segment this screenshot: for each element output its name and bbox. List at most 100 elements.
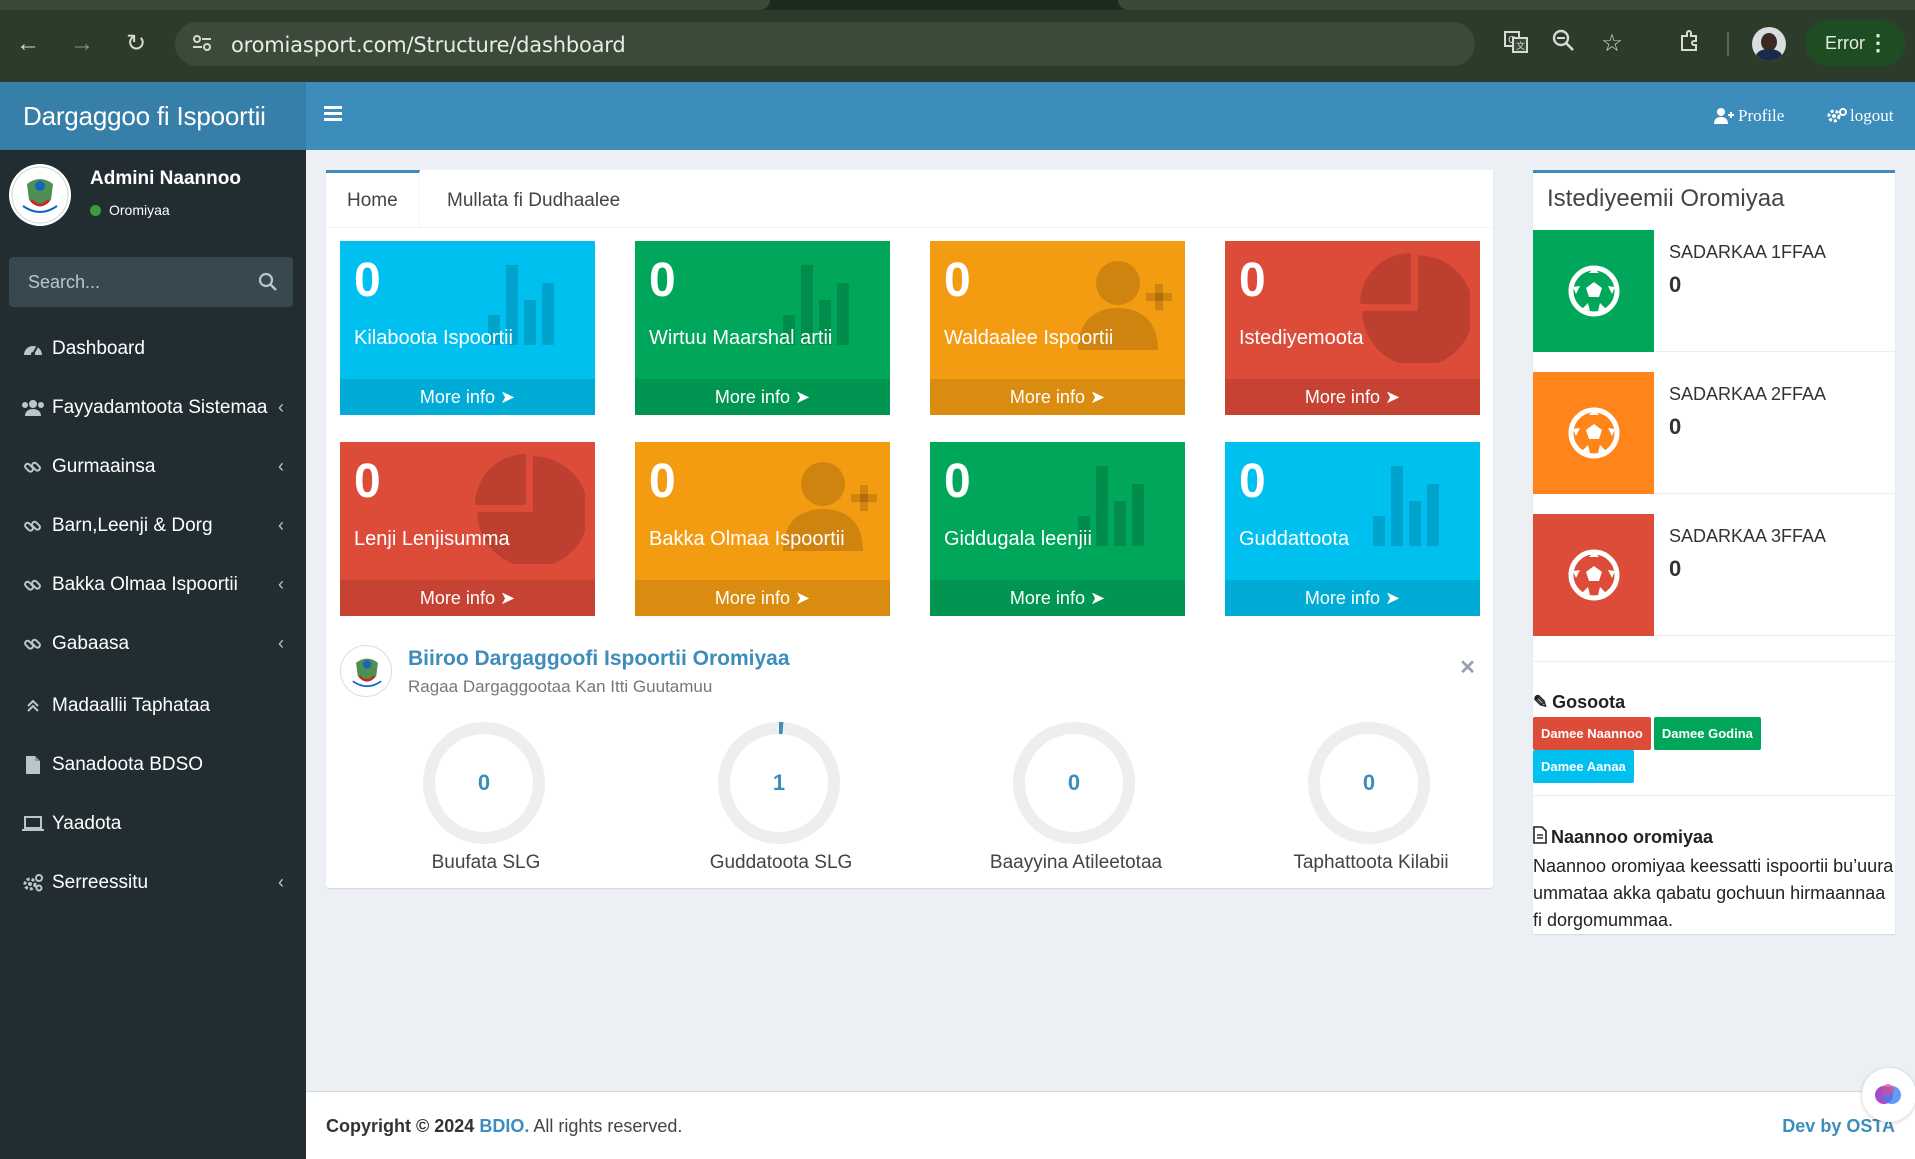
- rights-text: All rights reserved.: [533, 1116, 683, 1136]
- sidebar-item-dashboard[interactable]: Dashboard: [0, 324, 306, 374]
- more-info-link[interactable]: More info ➤: [340, 580, 595, 616]
- more-info-link[interactable]: More info ➤: [1225, 580, 1480, 616]
- chevron-left-icon: ‹: [278, 633, 284, 653]
- knob-buufata-slg: 0 Buufata SLG: [356, 720, 616, 890]
- gosoota-section: ✎ Gosoota Damee Naannoo Damee Godina Dame…: [1533, 661, 1895, 791]
- sidebar-item-sanadoota-bdso[interactable]: Sanadoota BDSO: [0, 740, 306, 790]
- knob-value: 1: [772, 770, 786, 795]
- sidebar-item-label: Gabaasa: [52, 633, 130, 654]
- angle-double-up-icon: [20, 699, 46, 713]
- page-footer: Copyright © 2024 BDIO. All rights reserv…: [306, 1091, 1915, 1159]
- brain-icon: [1875, 1084, 1901, 1104]
- knob-taphattoota-kilabii: 0 Taphattoota Kilabii: [1241, 720, 1501, 890]
- browser-tab-left[interactable]: [0, 0, 770, 10]
- sidebar-item-barn-leenji-dorg[interactable]: Barn,Leenji & Dorg ‹: [0, 501, 306, 551]
- error-button[interactable]: Error ⋮: [1805, 20, 1905, 66]
- toolbar-divider: [1727, 32, 1729, 56]
- stat-value: 0: [1239, 254, 1266, 307]
- browser-tab-right[interactable]: [1118, 0, 1915, 10]
- stat-box-guddattoota: 0 Guddattoota More info ➤: [1225, 442, 1480, 616]
- back-icon[interactable]: ←: [12, 28, 44, 60]
- floating-assistant-button[interactable]: [1862, 1068, 1915, 1122]
- stat-value: 0: [944, 254, 971, 307]
- users-icon: [20, 399, 46, 417]
- sidebar-search: [9, 257, 293, 307]
- forward-icon[interactable]: →: [66, 28, 98, 60]
- search-input[interactable]: [9, 257, 249, 307]
- reload-icon[interactable]: ↻: [120, 28, 152, 60]
- dashboard-icon: [20, 341, 46, 357]
- logout-label: logout: [1850, 106, 1894, 125]
- naannoo-section: Naannoo oromiyaa Naannoo oromiyaa keessa…: [1533, 795, 1895, 937]
- sidebar-item-label: Madaallii Taphataa: [52, 695, 211, 716]
- stat-value: 0: [354, 455, 381, 508]
- sidebar-item-label: Bakka Olmaa Ispoortii: [52, 574, 238, 595]
- kebab-menu-icon[interactable]: ⋮: [1867, 20, 1889, 66]
- sidebar: Admini Naannoo Oromiyaa Dashboard Fayyad…: [0, 150, 306, 1159]
- laptop-icon: [20, 816, 46, 832]
- gosoota-heading: ✎ Gosoota: [1533, 692, 1895, 713]
- sidebar-item-gurmaainsa[interactable]: Gurmaainsa ‹: [0, 442, 306, 492]
- soccer-ball-icon: [1533, 514, 1654, 636]
- tab-home[interactable]: Home: [326, 170, 420, 228]
- more-info-link[interactable]: More info ➤: [930, 580, 1185, 616]
- link-icon: [20, 457, 46, 477]
- extensions-icon[interactable]: [1674, 28, 1706, 60]
- stat-label: Guddattoota: [1239, 528, 1350, 550]
- stat-value: 0: [944, 455, 971, 508]
- chevron-left-icon: ‹: [278, 574, 284, 594]
- office-header: Biiroo Dargaggoofi Ispoortii Oromiyaa Ra…: [340, 645, 1480, 715]
- more-info-link[interactable]: More info ➤: [930, 379, 1185, 415]
- close-icon[interactable]: ✕: [1459, 655, 1476, 680]
- logout-link[interactable]: logout: [1827, 104, 1893, 128]
- tab-mullata-fi-dudhaalee[interactable]: Mullata fi Dudhaalee: [426, 170, 641, 228]
- site-info-icon[interactable]: [190, 32, 214, 56]
- knob-label: Taphattoota Kilabii: [1293, 852, 1449, 873]
- badge-damee-godina[interactable]: Damee Godina: [1653, 717, 1761, 750]
- sidebar-item-gabaasa[interactable]: Gabaasa ‹: [0, 619, 306, 669]
- avatar: [9, 164, 71, 226]
- bookmark-star-icon[interactable]: ☆: [1596, 28, 1628, 60]
- profile-label: Profile: [1738, 106, 1785, 125]
- sidebar-item-fayyadamtoota-sistemaa[interactable]: Fayyadamtoota Sistemaa ‹: [0, 383, 306, 433]
- stat-label: Lenji Lenjisumma: [354, 528, 510, 550]
- stat-box-lenji-lenjisumma: 0 Lenji Lenjisumma More info ➤: [340, 442, 595, 616]
- chevron-left-icon: ‹: [278, 397, 284, 417]
- knob-label: Guddatoota SLG: [709, 852, 853, 873]
- sidebar-item-serreessitu[interactable]: Serreessitu ‹: [0, 858, 306, 908]
- bar-chart-icon: [1373, 466, 1439, 546]
- search-icon[interactable]: [258, 272, 278, 292]
- sidebar-item-madaallii-taphataa[interactable]: Madaallii Taphataa: [0, 681, 306, 731]
- address-bar[interactable]: oromiasport.com/Structure/dashboard: [175, 22, 1475, 66]
- translate-icon[interactable]: G文: [1500, 28, 1532, 60]
- sidebar-toggle-icon[interactable]: [324, 106, 346, 124]
- more-info-link[interactable]: More info ➤: [340, 379, 595, 415]
- zoom-icon[interactable]: [1548, 28, 1580, 60]
- more-info-link[interactable]: More info ➤: [635, 379, 890, 415]
- stadium-label: SADARKAA 2FFAA: [1669, 384, 1827, 404]
- more-info-link[interactable]: More info ➤: [635, 580, 890, 616]
- sidebar-item-label: Dashboard: [52, 338, 145, 359]
- stat-value: 0: [354, 254, 381, 307]
- badge-damee-naannoo[interactable]: Damee Naannoo: [1533, 717, 1651, 750]
- sidebar-item-yaadota[interactable]: Yaadota: [0, 799, 306, 849]
- org-link[interactable]: BDIO.: [479, 1116, 529, 1136]
- stadium-count: 0: [1669, 272, 1682, 297]
- stat-box-wirtuu-maarshal-artii: 0 Wirtuu Maarshal artii More info ➤: [635, 241, 890, 415]
- dashboard-panel: Home Mullata fi Dudhaalee 0 Kilaboota Is…: [326, 170, 1493, 888]
- badge-damee-aanaa[interactable]: Damee Aanaa: [1533, 750, 1634, 783]
- sidebar-item-bakka-olmaa-ispoortii[interactable]: Bakka Olmaa Ispoortii ‹: [0, 560, 306, 610]
- stat-label: Wirtuu Maarshal artii: [649, 327, 833, 349]
- cogs-icon: [20, 873, 46, 893]
- app-logo[interactable]: Dargaggoo fi Ispoortii: [0, 82, 306, 150]
- stat-value: 0: [1239, 455, 1266, 508]
- knob-value: 0: [1362, 770, 1376, 795]
- browser-profile-avatar[interactable]: [1752, 27, 1786, 61]
- profile-link[interactable]: Profile: [1713, 104, 1784, 128]
- error-label: Error: [1825, 33, 1865, 53]
- top-navbar: Profile logout: [306, 82, 1915, 150]
- svg-text:文: 文: [1516, 40, 1525, 52]
- link-icon: [20, 516, 46, 536]
- url-text[interactable]: oromiasport.com/Structure/dashboard: [231, 33, 626, 57]
- more-info-link[interactable]: More info ➤: [1225, 379, 1480, 415]
